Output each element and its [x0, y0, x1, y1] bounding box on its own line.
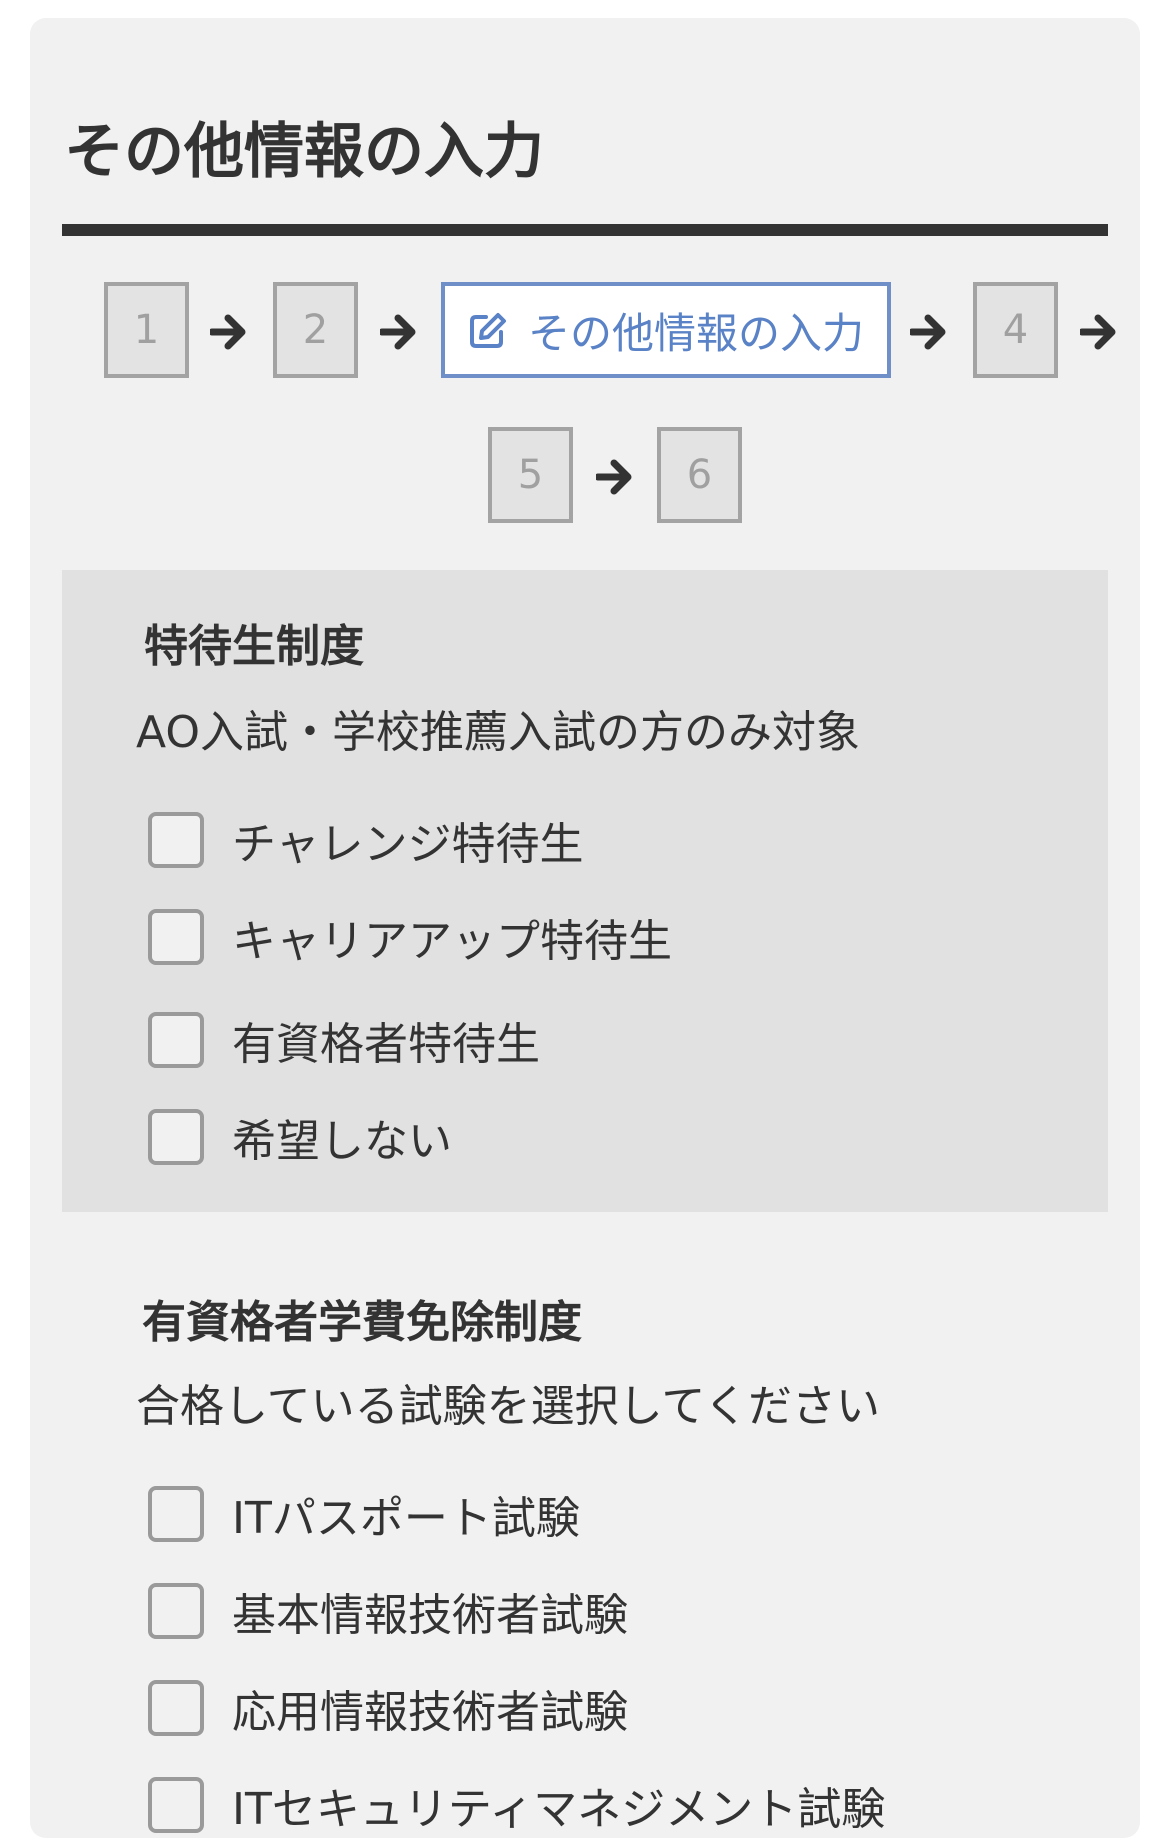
arrow-right-icon [1080, 314, 1116, 350]
checkbox[interactable] [148, 1012, 204, 1068]
option-label: 有資格者特待生 [232, 1019, 540, 1070]
step-6[interactable]: 6 [657, 427, 742, 523]
scholarship-title: 特待生制度 [144, 621, 364, 672]
step-6-label: 6 [686, 452, 713, 498]
exemption-title: 有資格者学費免除制度 [142, 1297, 582, 1348]
step-1-label: 1 [133, 307, 160, 353]
arrow-right-icon [596, 459, 632, 495]
arrow-right-icon [210, 314, 246, 350]
option-label: ITセキュリティマネジメント試験 [232, 1784, 886, 1835]
option-qualified-scholar[interactable]: 有資格者特待生 [148, 1008, 540, 1072]
checkbox[interactable] [148, 1486, 204, 1542]
step-2[interactable]: 2 [273, 282, 358, 378]
checkbox[interactable] [148, 1583, 204, 1639]
option-label: 希望しない [232, 1116, 452, 1167]
arrow-right-icon [380, 314, 416, 350]
step-3-current[interactable]: その他情報の入力 [441, 282, 891, 378]
page-title: その他情報の入力 [64, 117, 544, 187]
option-applied-it[interactable]: 応用情報技術者試験 [148, 1676, 628, 1740]
option-challenge-scholar[interactable]: チャレンジ特待生 [148, 808, 584, 872]
option-label: キャリアアップ特待生 [232, 916, 672, 967]
checkbox[interactable] [148, 1680, 204, 1736]
step-4-label: 4 [1002, 307, 1029, 353]
step-2-label: 2 [302, 307, 329, 353]
exemption-note: 合格している試験を選択してください [136, 1381, 881, 1432]
step-5[interactable]: 5 [488, 427, 573, 523]
option-label: ITパスポート試験 [232, 1493, 580, 1544]
title-divider [62, 224, 1108, 236]
checkbox[interactable] [148, 812, 204, 868]
step-5-label: 5 [517, 452, 544, 498]
option-security-management[interactable]: ITセキュリティマネジメント試験 [148, 1773, 885, 1837]
option-label: 応用情報技術者試験 [232, 1687, 628, 1738]
option-it-passport[interactable]: ITパスポート試験 [148, 1482, 580, 1546]
checkbox[interactable] [148, 1777, 204, 1833]
option-careerup-scholar[interactable]: キャリアアップ特待生 [148, 905, 672, 969]
option-no-preference[interactable]: 希望しない [148, 1105, 452, 1169]
checkbox[interactable] [148, 909, 204, 965]
step-1[interactable]: 1 [104, 282, 189, 378]
option-label: 基本情報技術者試験 [232, 1590, 628, 1641]
scholarship-note: AO入試・学校推薦入試の方のみ対象 [136, 707, 860, 758]
checkbox[interactable] [148, 1109, 204, 1165]
option-label: チャレンジ特待生 [232, 819, 584, 870]
step-3-label: その他情報の入力 [527, 308, 864, 358]
option-fundamental-it[interactable]: 基本情報技術者試験 [148, 1579, 628, 1643]
pencil-square-icon [469, 313, 506, 348]
step-4[interactable]: 4 [973, 282, 1058, 378]
arrow-right-icon [910, 314, 946, 350]
